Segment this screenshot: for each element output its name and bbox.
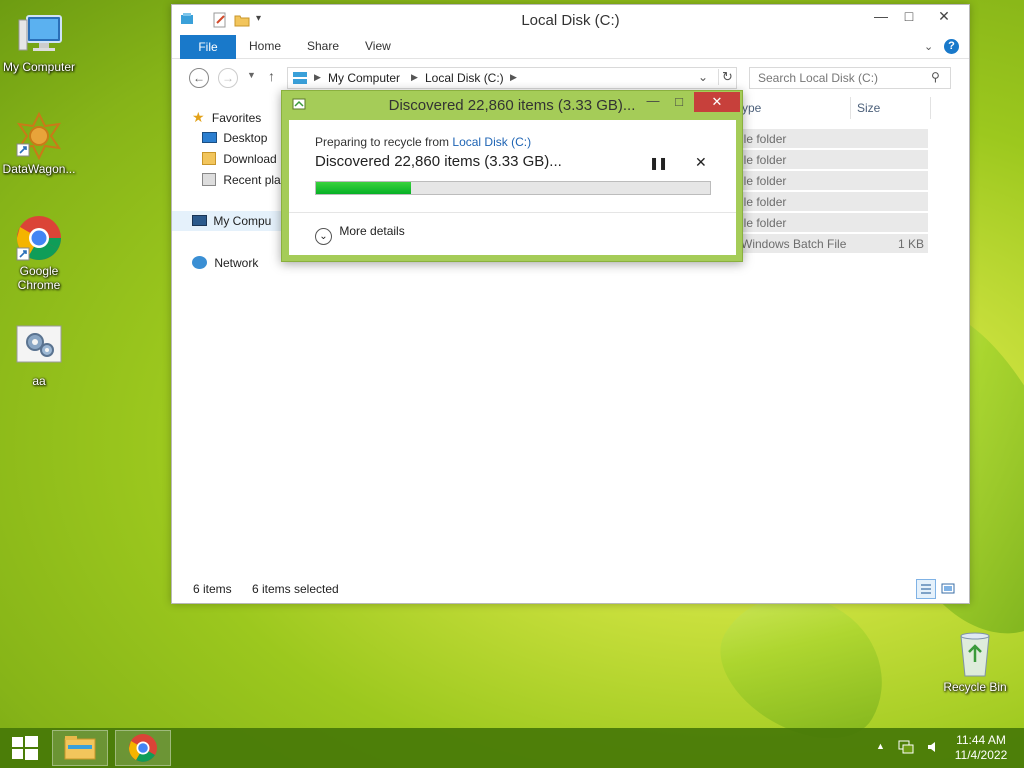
status-selected-count: 6 items selected	[252, 582, 339, 596]
breadcrumb-separator: ▶	[314, 72, 321, 82]
volume-icon[interactable]	[926, 740, 940, 754]
cancel-button[interactable]: ✕	[695, 154, 707, 171]
taskbar-chrome[interactable]	[115, 730, 171, 766]
address-bar[interactable]: ▶ My Computer ▶ Local Disk (C:) ▶ ⌄ ↻	[287, 67, 737, 89]
large-icons-view-icon[interactable]	[940, 581, 956, 597]
table-row[interactable]: ile folder	[737, 170, 928, 190]
desktop-icon-recycle-bin[interactable]: Recycle Bin	[936, 630, 1014, 694]
back-button[interactable]: ←	[189, 68, 209, 88]
window-title: Local Disk (C:)	[521, 12, 620, 29]
explorer-titlebar[interactable]: ▾ Local Disk (C:) — □ ✕	[172, 5, 969, 35]
maximize-button[interactable]: □	[895, 5, 923, 27]
desktop-icon-label: Recycle Bin	[943, 680, 1007, 694]
tab-share[interactable]: Share	[307, 39, 339, 53]
desktop-icon-label: aa	[32, 374, 46, 388]
source-location-link[interactable]: Local Disk (C:)	[452, 135, 531, 149]
up-button[interactable]: ↑	[268, 68, 275, 84]
computer-small-icon	[192, 215, 207, 226]
expand-ribbon-icon[interactable]: ⌄	[924, 40, 933, 53]
clock[interactable]: 11:44 AM 11/4/2022	[948, 733, 1014, 763]
file-explorer-icon	[64, 736, 96, 760]
star-icon: ★	[192, 109, 205, 125]
start-button[interactable]	[0, 728, 50, 768]
desktop-icon-datawagon[interactable]: DataWagon...	[0, 111, 78, 176]
desktop-icon-my-computer[interactable]: My Computer	[0, 10, 78, 74]
preparing-text: Preparing to recycle from Local Disk (C:…	[315, 135, 532, 149]
chrome-icon	[15, 214, 63, 262]
column-header-type[interactable]: ype	[742, 101, 761, 115]
nav-desktop[interactable]: Desktop	[202, 128, 267, 148]
show-hidden-icons-icon[interactable]: ▲	[876, 741, 885, 751]
breadcrumb-local-disk[interactable]: Local Disk (C:)	[425, 71, 504, 85]
settings-file-icon	[15, 324, 63, 372]
clock-date: 11/4/2022	[954, 748, 1008, 762]
downloads-icon	[202, 152, 216, 165]
nav-favorites[interactable]: ★ Favorites	[192, 107, 261, 127]
minimize-button[interactable]: —	[867, 5, 895, 27]
dialog-close-button[interactable]: ✕	[694, 92, 740, 112]
taskbar: ▲ 11:44 AM 11/4/2022	[0, 728, 1024, 768]
pause-button[interactable]: ❚❚	[649, 156, 668, 170]
table-row[interactable]: ile folder	[737, 149, 928, 169]
desktop-icon-label: Google Chrome	[17, 264, 61, 292]
computer-small-icon	[292, 71, 308, 85]
desktop-icon-chrome[interactable]: Google Chrome	[0, 214, 78, 292]
recycle-progress-dialog[interactable]: Discovered 22,860 items (3.33 GB)... — □…	[281, 90, 743, 262]
status-item-count: 6 items	[193, 582, 232, 596]
dialog-minimize-button[interactable]: —	[640, 93, 666, 111]
dialog-divider	[289, 212, 736, 213]
recent-places-icon	[202, 173, 216, 186]
close-button[interactable]: ✕	[925, 5, 963, 27]
details-view-icon[interactable]	[916, 579, 936, 599]
network-tray-icon[interactable]	[898, 740, 914, 754]
tab-view[interactable]: View	[365, 39, 391, 53]
desktop-icon-label: DataWagon...	[2, 162, 76, 176]
network-icon	[192, 256, 207, 269]
chrome-icon	[129, 734, 157, 762]
dialog-maximize-button[interactable]: □	[666, 93, 692, 111]
breadcrumb-separator: ▶	[411, 72, 418, 82]
tab-file[interactable]: File	[180, 35, 236, 59]
ribbon: File Home Share View ⌄ ?	[172, 35, 969, 59]
column-divider	[850, 97, 851, 119]
desktop-icon-aa[interactable]: aa	[0, 324, 78, 388]
progress-headline: Discovered 22,860 items (3.33 GB)...	[315, 153, 562, 170]
chevron-down-icon: ⌄	[315, 228, 332, 245]
nav-recent-places[interactable]: Recent pla	[202, 170, 281, 190]
recycle-bin-icon	[951, 630, 999, 678]
table-row[interactable]: ile folder	[737, 191, 928, 211]
help-icon[interactable]: ?	[944, 39, 959, 54]
tab-home[interactable]: Home	[249, 39, 281, 53]
nav-network[interactable]: Network	[192, 253, 258, 273]
table-row[interactable]: Windows Batch File 1 KB	[737, 233, 928, 253]
progress-bar-fill	[316, 182, 411, 194]
progress-bar	[315, 181, 711, 195]
search-input[interactable]: Search Local Disk (C:)	[749, 67, 951, 89]
more-details-toggle[interactable]: ⌄ More details	[315, 224, 405, 245]
recent-locations-icon[interactable]: ▼	[247, 70, 256, 80]
desktop-icon-label: My Computer	[2, 60, 76, 74]
computer-icon	[15, 10, 63, 58]
column-divider	[930, 97, 931, 119]
breadcrumb-my-computer[interactable]: My Computer	[328, 71, 400, 85]
windows-logo-icon	[12, 736, 38, 760]
search-icon: ⚲	[931, 70, 940, 84]
breadcrumb-separator: ▶	[510, 72, 517, 82]
datawagon-icon	[15, 111, 63, 161]
desktop-icon	[202, 132, 217, 143]
taskbar-file-explorer[interactable]	[52, 730, 108, 766]
column-header-size[interactable]: Size	[857, 101, 880, 115]
dialog-content: Preparing to recycle from Local Disk (C:…	[289, 120, 736, 255]
table-row[interactable]: ile folder	[737, 128, 928, 148]
forward-button[interactable]: →	[218, 68, 238, 88]
nav-downloads[interactable]: Download	[202, 149, 277, 169]
refresh-icon[interactable]: ↻	[718, 69, 736, 85]
clock-time: 11:44 AM	[956, 733, 1006, 747]
status-bar: 6 items 6 items selected	[172, 577, 969, 603]
address-dropdown-icon[interactable]: ⌄	[698, 70, 708, 84]
table-row[interactable]: ile folder	[737, 212, 928, 232]
